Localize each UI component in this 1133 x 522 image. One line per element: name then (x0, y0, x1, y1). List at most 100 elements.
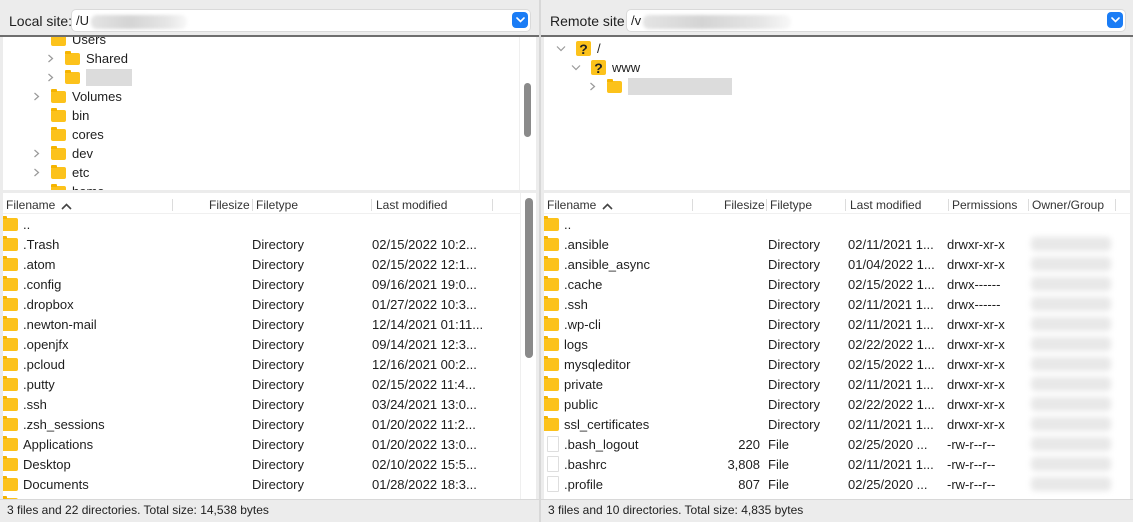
remote-col-owner-group[interactable]: Owner/Group (1032, 198, 1104, 212)
tree-item[interactable]: etc (31, 163, 89, 182)
remote-site-path-text: /v (631, 13, 642, 28)
redacted-path (91, 14, 187, 29)
tree-item[interactable]: cores (31, 125, 104, 144)
cell-modified: 02/11/2021 1... (848, 317, 934, 332)
file-row[interactable]: .ansible_async Directory 01/04/2022 1... dr… (544, 254, 1130, 274)
local-directory-tree[interactable]: home etc dev cores bin Volumes Shared Users (3, 37, 536, 190)
folder-icon (51, 126, 66, 141)
cell-modified: 12/14/2021 01:11... (372, 317, 484, 332)
local-col-last-modified[interactable]: Last modified (376, 198, 447, 212)
local-site-dropdown-button[interactable] (512, 12, 528, 28)
file-row[interactable]: .profile 807 File 02/25/2020 ... -rw-r--r-- (544, 474, 1130, 494)
chevron-down-icon (515, 17, 525, 23)
chevron-right-icon[interactable] (31, 149, 41, 159)
remote-col-filesize[interactable]: Filesize (724, 198, 765, 212)
cell-permissions: -rw-r--r-- (947, 477, 996, 492)
local-list-scrollbar-track[interactable] (520, 193, 536, 499)
remote-status-text: 3 files and 10 directories. Total size: … (548, 503, 804, 517)
redacted-path (643, 14, 792, 29)
file-row[interactable]: .ssh Directory 03/24/2021 13:0... (3, 394, 536, 414)
file-row[interactable]: Documents Directory 01/28/2022 18:3... (3, 474, 536, 494)
file-row[interactable]: .atom Directory 02/15/2022 12:1... (3, 254, 536, 274)
file-row[interactable]: private Directory 02/11/2021 1... drwxr-xr-… (544, 374, 1130, 394)
local-col-filename[interactable]: Filename (6, 198, 72, 213)
cell-modified: 02/15/2022 1... (848, 357, 935, 372)
file-row[interactable]: .cache Directory 02/15/2022 1... drwx------ (544, 274, 1130, 294)
file-row[interactable]: public Directory 02/22/2022 1... drwxr-xr-x (544, 394, 1130, 414)
file-row[interactable]: mysqleditor Directory 02/15/2022 1... drwxr… (544, 354, 1130, 374)
file-row[interactable]: .dropbox Directory 01/27/2022 10:3... (3, 294, 536, 314)
file-row[interactable]: .openjfx Directory 09/14/2021 12:3... (3, 334, 536, 354)
cell-permissions: drwxr-xr-x (947, 357, 1005, 372)
chevron-right-icon[interactable] (31, 168, 41, 178)
chevron-right-icon[interactable] (587, 82, 597, 92)
tree-item[interactable]: Shared (45, 49, 128, 68)
tree-item-label: bin (72, 108, 90, 123)
tree-item[interactable]: Volumes (31, 87, 122, 106)
folder-icon (3, 316, 18, 331)
tree-item[interactable]: dev (31, 144, 93, 163)
chevron-down-icon[interactable] (571, 63, 581, 73)
remote-site-dropdown-button[interactable] (1107, 12, 1123, 28)
file-row[interactable]: .Trash Directory 02/15/2022 10:2... (3, 234, 536, 254)
file-row[interactable]: ssl_certificates Directory 02/11/2021 1...… (544, 414, 1130, 434)
cell-permissions: drwxr-xr-x (947, 237, 1005, 252)
local-list-scrollbar-thumb[interactable] (525, 198, 533, 358)
file-row[interactable]: .newton-mail Directory 12/14/2021 01:11... (3, 314, 536, 334)
local-tree-scrollbar-thumb[interactable] (524, 83, 531, 137)
tree-item[interactable] (45, 68, 132, 87)
file-row[interactable]: .putty Directory 02/15/2022 11:4... (3, 374, 536, 394)
redacted-owner-group (1031, 437, 1111, 451)
cell-type: Directory (252, 257, 305, 272)
file-row[interactable]: .bashrc 3,808 File 02/11/2021 1... -rw-r--r-… (544, 454, 1130, 474)
folder-icon (65, 50, 80, 65)
cell-type: Directory (252, 437, 305, 452)
local-tree-scrollbar-track[interactable] (519, 37, 536, 190)
tree-item[interactable]: home (31, 182, 105, 190)
remote-col-filetype[interactable]: Filetype (770, 198, 812, 212)
file-row[interactable]: .pcloud Directory 12/16/2021 00:2... (3, 354, 536, 374)
file-row[interactable]: .wp-cli Directory 02/11/2021 1... drwxr-xr-… (544, 314, 1130, 334)
remote-col-permissions[interactable]: Permissions (952, 198, 1017, 212)
file-row[interactable]: .. (544, 214, 1130, 234)
file-row[interactable]: logs Directory 02/22/2022 1... drwxr-xr-x (544, 334, 1130, 354)
chevron-right-icon[interactable] (45, 73, 55, 83)
file-row[interactable]: .bash_logout 220 File 02/25/2020 ... -rw-r--… (544, 434, 1130, 454)
file-row[interactable]: .. (3, 214, 536, 234)
remote-site-path-input[interactable]: /v (627, 10, 1125, 31)
local-col-filetype[interactable]: Filetype (256, 198, 298, 212)
tree-item-label: etc (72, 165, 90, 180)
file-row[interactable]: Applications Directory 01/20/2022 13:0... (3, 434, 536, 454)
remote-directory-tree[interactable]: ? /? www (544, 37, 1130, 190)
file-row[interactable]: .config Directory 09/16/2021 19:0... (3, 274, 536, 294)
cell-type: Directory (768, 397, 821, 412)
tree-item[interactable]: ? www (571, 58, 640, 77)
cell-name: public (564, 397, 598, 412)
local-site-path-input[interactable]: /U (72, 10, 530, 31)
file-row[interactable]: .zsh_sessions Directory 01/20/2022 11:2... (3, 414, 536, 434)
tree-item[interactable]: bin (31, 106, 89, 125)
chevron-right-icon[interactable] (31, 92, 41, 102)
cell-name: ssl_certificates (564, 417, 650, 432)
remote-file-list[interactable]: Filename Filesize Filetype Last modified… (544, 193, 1130, 499)
redacted-owner-group (1031, 257, 1111, 271)
remote-col-filename[interactable]: Filename (547, 198, 613, 213)
local-col-filesize[interactable]: Filesize (209, 198, 250, 212)
file-row[interactable]: .ansible Directory 02/11/2021 1... drwxr-xr… (544, 234, 1130, 254)
cell-name: mysqleditor (564, 357, 631, 372)
chevron-down-icon[interactable] (556, 44, 566, 54)
file-row[interactable]: Desktop Directory 02/10/2022 15:5... (3, 454, 536, 474)
remote-col-last-modified[interactable]: Last modified (850, 198, 921, 212)
file-row[interactable]: .ssh Directory 02/11/2021 1... drwx------ (544, 294, 1130, 314)
chevron-right-icon[interactable] (45, 54, 55, 64)
cell-type: Directory (252, 317, 305, 332)
tree-item[interactable] (587, 77, 732, 96)
cell-modified: 02/11/2021 1... (848, 457, 934, 472)
redacted-owner-group (1031, 317, 1111, 331)
cell-name: logs (564, 337, 588, 352)
tree-item[interactable]: ? / (556, 39, 601, 58)
local-file-list[interactable]: Filename Filesize Filetype Last modified… (3, 193, 536, 499)
cell-permissions: drwxr-xr-x (947, 257, 1005, 272)
tree-item[interactable]: Users (31, 37, 106, 49)
